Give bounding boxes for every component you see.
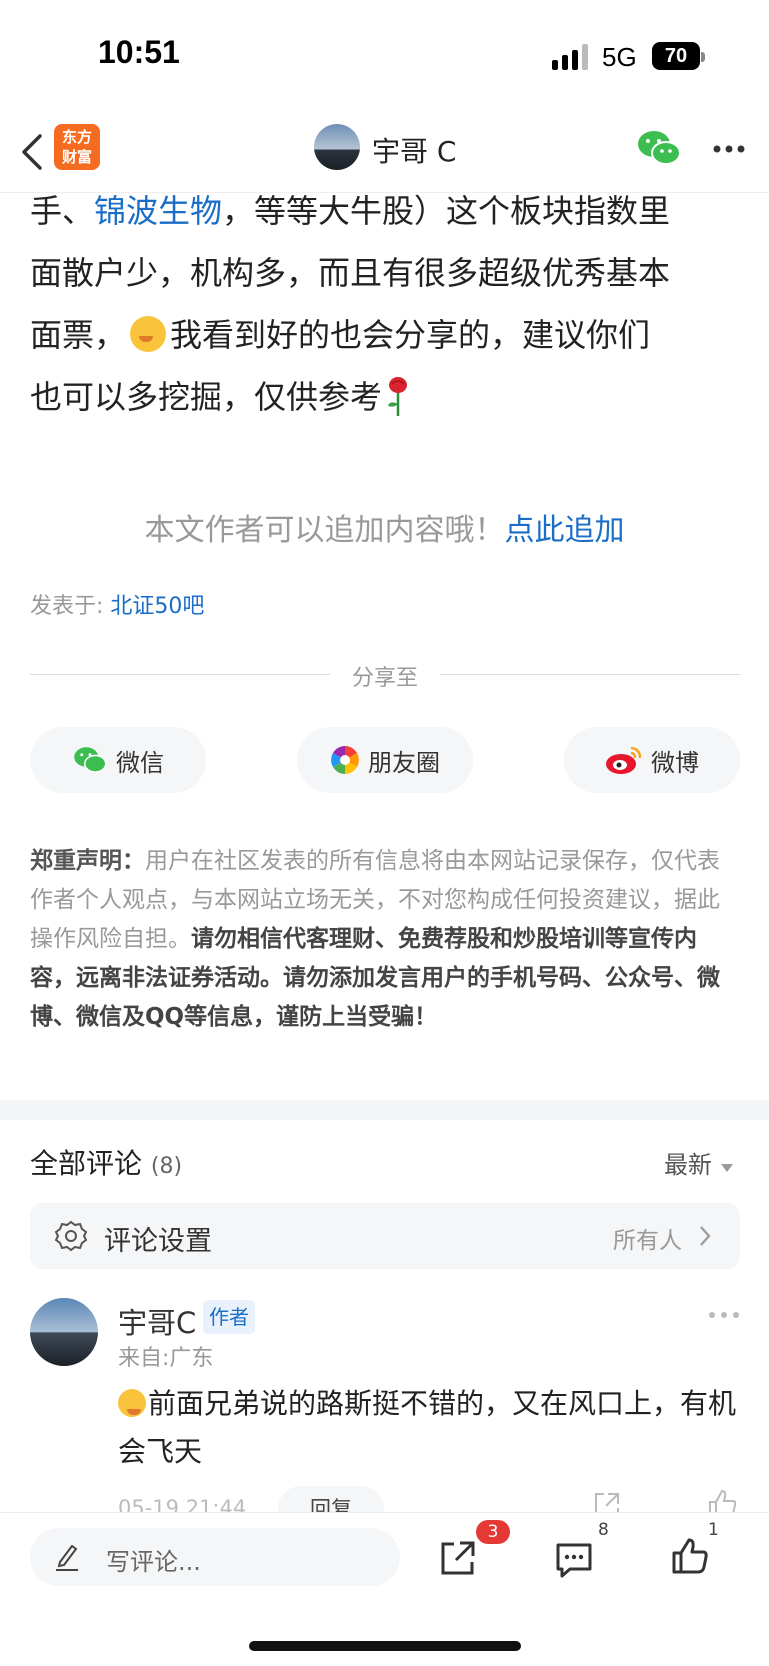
avatar[interactable] [30,1298,98,1366]
add-content-link[interactable]: 点此追加 [505,513,625,548]
article-line: 也可以多挖掘，仅供参考 [30,366,740,428]
comment-settings-row[interactable]: 评论设置 所有人 [30,1203,740,1269]
home-indicator [249,1641,521,1651]
wechat-icon[interactable] [637,128,681,168]
comment-input[interactable]: 写评论... [30,1528,400,1586]
share-icon[interactable] [438,1538,478,1578]
thumbs-up-icon[interactable] [670,1536,710,1576]
forum-link[interactable]: 北证50吧 [110,594,204,619]
sort-dropdown[interactable]: 最新 [664,1145,734,1180]
share-wechat-button[interactable]: 微信 [30,727,206,793]
smile-emoji-icon [118,1389,146,1417]
rose-emoji-icon [388,377,408,416]
pencil-icon [56,1544,78,1571]
status-time: 10:51 [98,34,180,70]
author-avatar[interactable] [314,124,360,170]
battery-icon: 70 [652,42,700,70]
network-type: 5G [602,42,637,72]
back-arrow-icon[interactable] [18,132,48,172]
stock-link[interactable]: 锦波生物 [94,192,222,230]
share-title: 分享至 [351,666,418,691]
comment-author[interactable]: 宇哥C [118,1300,196,1342]
chevron-right-icon [700,1226,711,1246]
comment-icon[interactable] [554,1540,594,1580]
article-line: 面散户少，机构多，而且有很多超级优秀基本 [30,254,671,292]
share-weibo-button[interactable]: 微博 [564,727,740,793]
comments-title: 全部评论 (8) [30,1147,183,1180]
more-options-icon[interactable] [708,1310,740,1320]
battery-tip [701,52,705,62]
article-line: 面票， 我看到好的也会分享的，建议你们 [30,316,651,354]
article-line: 手、锦波生物，等等大牛股）这个板块指数里 [30,192,671,230]
section-gap [0,1100,769,1120]
like-count: 1 [708,1520,719,1540]
wechat-icon [74,747,107,773]
smile-emoji-icon [130,316,167,352]
comment-text: 前面兄弟说的路斯挺不错的，又在风口上，有机会飞天 [118,1387,737,1468]
author-badge: 作者 [203,1300,255,1334]
more-options-icon[interactable] [712,144,746,154]
cellular-signal-icon [552,44,588,70]
divider [440,674,740,675]
comment-placeholder: 写评论... [106,1548,201,1576]
comments-count: (8) [150,1154,183,1179]
gear-icon [54,1220,88,1252]
author-name[interactable]: 宇哥 C [372,130,456,170]
settings-label: 评论设置 [104,1226,212,1257]
posted-in: 发表于: 北证50吧 [30,594,205,619]
settings-value: 所有人 [613,1228,682,1254]
article-body: 手、锦波生物，等等大牛股）这个板块指数里 面散户少，机构多，而且有很多超级优秀基… [30,180,740,428]
caret-down-icon [720,1164,733,1172]
add-content-hint: 本文作者可以追加内容哦！点此追加 [144,513,625,548]
weibo-icon [606,746,642,774]
share-moments-button[interactable]: 朋友圈 [297,727,473,793]
comment-location: 来自:广东 [118,1346,214,1371]
eastmoney-logo[interactable]: 东方 财富 [54,124,100,170]
comment-count: 8 [598,1520,609,1540]
divider [30,674,330,675]
disclaimer: 郑重声明：用户在社区发表的所有信息将由本网站记录保存，仅代表作者个人观点，与本网… [30,848,720,1030]
moments-icon [331,746,359,774]
share-count-badge: 3 [476,1520,510,1544]
